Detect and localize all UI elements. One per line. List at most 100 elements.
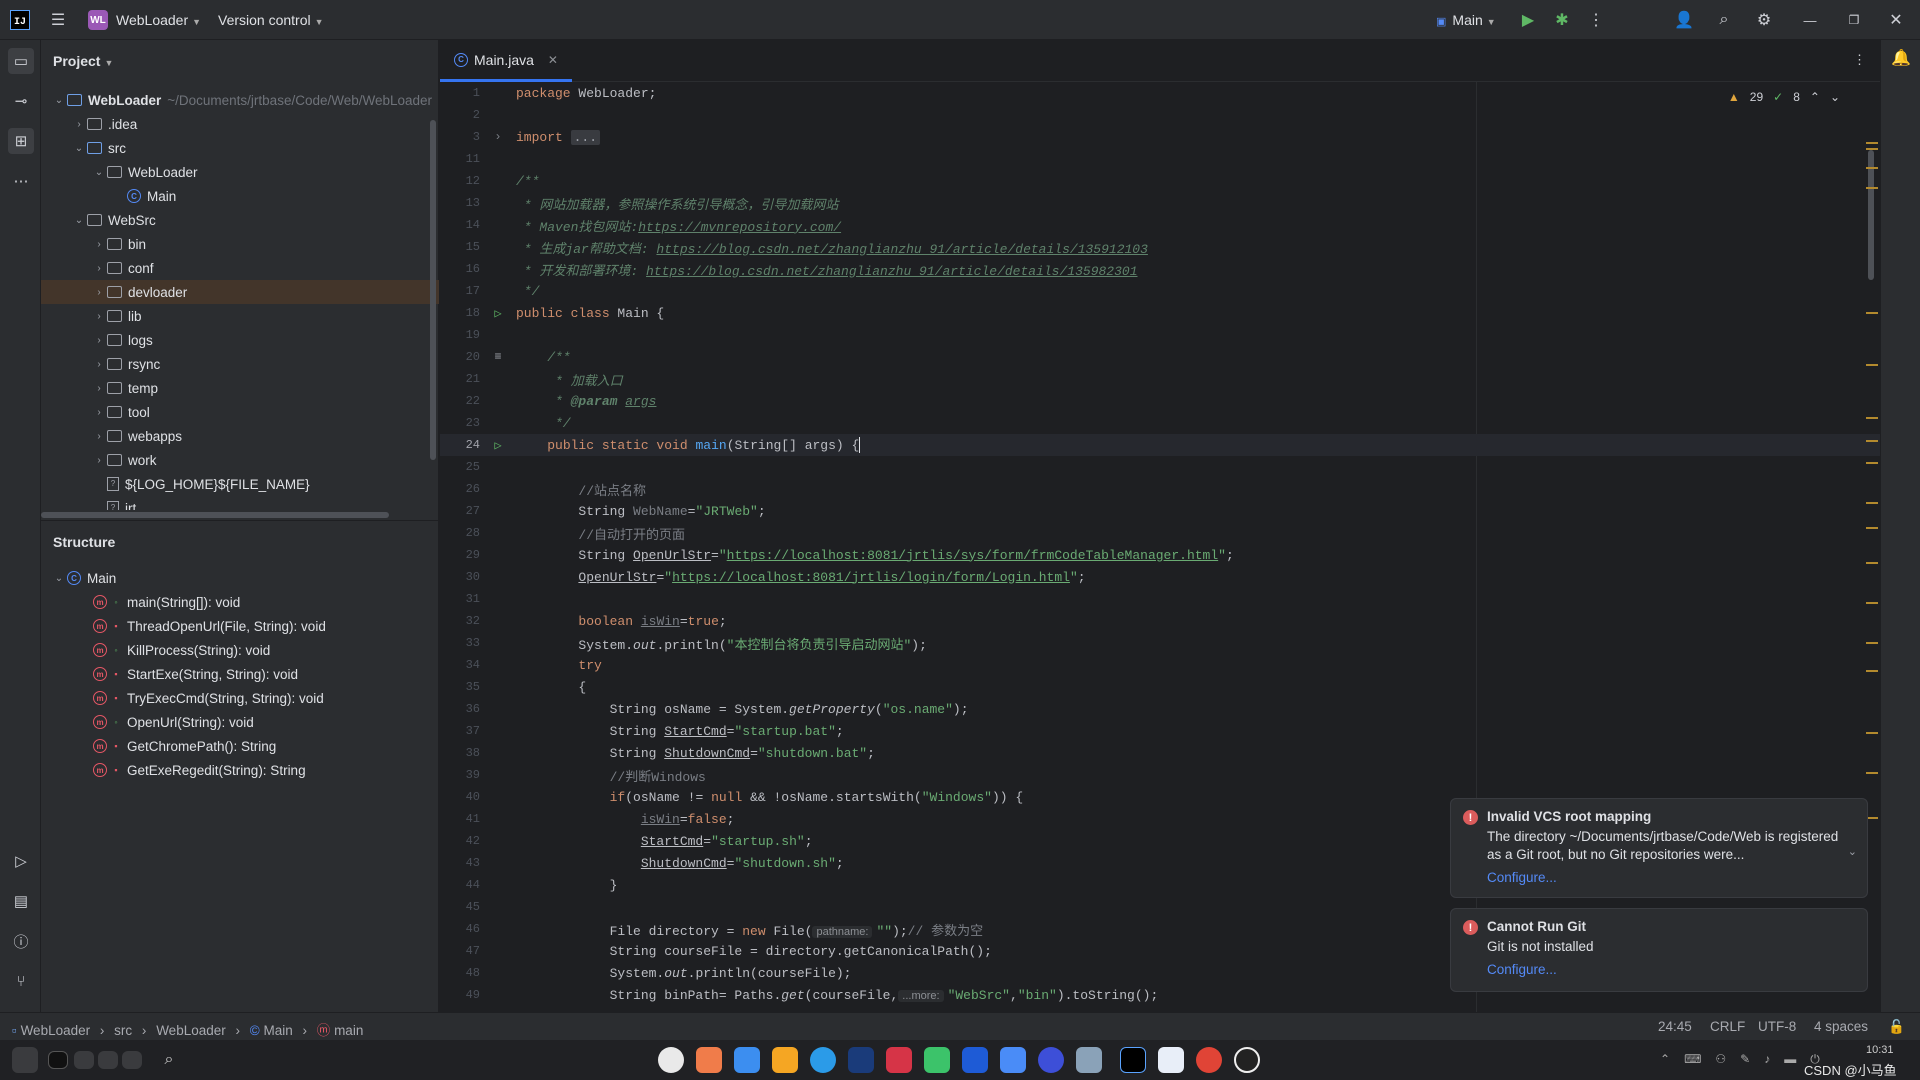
music-icon[interactable] <box>924 1047 950 1073</box>
project-horizontal-scrollbar[interactable] <box>41 510 431 518</box>
chevron-right-icon[interactable]: › <box>91 359 107 370</box>
close-tab-icon[interactable]: ✕ <box>548 53 558 67</box>
tree-item-src[interactable]: ⌄ src <box>41 136 439 160</box>
trash-icon[interactable] <box>1076 1047 1102 1073</box>
tree-item-devloader[interactable]: › devloader <box>41 280 439 304</box>
tree-item-rsync[interactable]: › rsync <box>41 352 439 376</box>
package-icon[interactable] <box>772 1047 798 1073</box>
services-tool-icon[interactable]: ▷ <box>8 848 34 874</box>
tree-item-idea[interactable]: › .idea <box>41 112 439 136</box>
restore-icon[interactable]: ❐ <box>1842 8 1866 32</box>
calendar-icon[interactable] <box>962 1047 988 1073</box>
chevron-right-icon[interactable]: › <box>91 287 107 298</box>
tree-item-bin[interactable]: › bin <box>41 232 439 256</box>
git-tool-icon[interactable]: ⑂ <box>8 968 34 994</box>
folded-imports[interactable]: ... <box>570 129 601 145</box>
workspace-3-icon[interactable] <box>98 1051 118 1069</box>
tree-item-lib[interactable]: › lib <box>41 304 439 328</box>
search-icon[interactable]: ⌕ <box>1712 8 1736 32</box>
structure-member[interactable]: m ◦ OpenUrl(String): void <box>41 710 439 734</box>
chevron-right-icon[interactable]: › <box>91 239 107 250</box>
commit-tool-icon[interactable]: ⊸ <box>8 88 34 114</box>
chevron-right-icon[interactable]: › <box>71 119 87 130</box>
file-encoding[interactable]: UTF-8 <box>1758 1019 1796 1034</box>
chevron-down-icon[interactable]: ⌄ <box>51 573 67 584</box>
structure-member[interactable]: m ▪ GetExeRegedit(String): String <box>41 758 439 782</box>
chevron-right-icon[interactable]: › <box>91 263 107 274</box>
battery-icon[interactable]: ▬ <box>1784 1052 1796 1067</box>
intellij-taskbar-icon[interactable] <box>1120 1047 1146 1073</box>
notification-vcs-root[interactable]: ! Invalid VCS root mapping The directory… <box>1450 798 1868 898</box>
main-menu-icon[interactable]: ☰ <box>46 8 70 32</box>
workspace-1-icon[interactable] <box>48 1051 68 1069</box>
project-switcher[interactable]: WebLoader ▼ <box>116 12 201 28</box>
caret-position[interactable]: 24:45 <box>1658 1019 1692 1034</box>
breadcrumb-item[interactable]: WebLoader <box>21 1023 91 1038</box>
workspace-2-icon[interactable] <box>74 1051 94 1069</box>
tab-main-java[interactable]: C Main.java ✕ <box>440 40 572 82</box>
line-separator[interactable]: CRLF <box>1710 1019 1745 1034</box>
system-settings-icon[interactable] <box>1038 1047 1064 1073</box>
version-control-menu[interactable]: Version control ▼ <box>218 12 324 28</box>
problems-tool-icon[interactable]: ⓘ <box>8 928 34 954</box>
chevron-right-icon[interactable]: › <box>91 407 107 418</box>
chevron-right-icon[interactable]: › <box>91 431 107 442</box>
add-user-icon[interactable]: 👤 <box>1672 8 1696 32</box>
terminal-app-icon[interactable] <box>886 1047 912 1073</box>
breadcrumb-item[interactable]: src <box>114 1023 132 1038</box>
chevron-right-icon[interactable]: › <box>91 311 107 322</box>
tree-item-temp[interactable]: › temp <box>41 376 439 400</box>
structure-member[interactable]: m ▪ ThreadOpenUrl(File, String): void <box>41 614 439 638</box>
more-actions-icon[interactable]: ⋮ <box>1584 8 1608 32</box>
structure-member[interactable]: m ▪ GetChromePath(): String <box>41 734 439 758</box>
keyboard-icon[interactable]: ⌨ <box>1684 1052 1701 1067</box>
project-panel-title[interactable]: Project ▼ <box>53 53 113 69</box>
structure-member[interactable]: m ▪ TryExecCmd(String, String): void <box>41 686 439 710</box>
structure-member[interactable]: m ◦ main(String[]): void <box>41 590 439 614</box>
chevron-down-icon[interactable]: ⌄ <box>91 167 107 178</box>
tree-item-main[interactable]: C Main <box>41 184 439 208</box>
qq-icon[interactable] <box>1234 1047 1260 1073</box>
tab-options-icon[interactable]: ⋮ <box>1853 52 1866 68</box>
notification-cannot-run-git[interactable]: ! Cannot Run Git Git is not installed Co… <box>1450 908 1868 992</box>
control-center-icon[interactable] <box>1000 1047 1026 1073</box>
tree-item-webloader[interactable]: ⌄ WebLoader ~/Documents/jrtbase/Code/Web/W… <box>41 88 439 112</box>
text-editor-icon[interactable] <box>848 1047 874 1073</box>
intellij-logo[interactable]: IJ <box>10 10 30 30</box>
run-icon[interactable]: ▶ <box>1516 8 1540 32</box>
chevron-right-icon[interactable]: › <box>91 455 107 466</box>
breadcrumb-item[interactable]: main <box>334 1023 363 1038</box>
structure-member[interactable]: m ▪ StartExe(String, String): void <box>41 662 439 686</box>
close-icon[interactable]: ✕ <box>1884 8 1908 32</box>
run-gutter-icon[interactable]: ▷ <box>480 438 516 453</box>
readonly-lock-icon[interactable]: 🔓 <box>1888 1019 1905 1035</box>
file-manager-icon[interactable] <box>734 1047 760 1073</box>
clipboard-icon[interactable] <box>12 1047 38 1073</box>
network-icon[interactable]: ⚇ <box>1715 1052 1726 1067</box>
tree-item-logs[interactable]: › logs <box>41 328 439 352</box>
tree-item-webloader[interactable]: ⌄ WebLoader <box>41 160 439 184</box>
more-tools-icon[interactable]: ⋯ <box>8 168 34 194</box>
error-stripe[interactable] <box>1866 82 1880 1012</box>
configure-link[interactable]: Configure... <box>1487 962 1853 977</box>
chevron-right-icon[interactable]: › <box>91 335 107 346</box>
run-gutter-icon[interactable]: ▷ <box>480 306 516 321</box>
tree-item-log-home-file-name[interactable]: ? ${LOG_HOME}${FILE_NAME} <box>41 472 439 496</box>
indent-setting[interactable]: 4 spaces <box>1814 1019 1868 1034</box>
minimize-icon[interactable]: — <box>1798 8 1822 32</box>
structure-member[interactable]: m ◦ KillProcess(String): void <box>41 638 439 662</box>
run-config-selector[interactable]: ▣ Main ▼ <box>1436 12 1496 28</box>
expand-chevron-icon[interactable]: ⌄ <box>1848 845 1857 858</box>
structure-tool-icon[interactable]: ⊞ <box>8 128 34 154</box>
breadcrumb-item[interactable]: WebLoader <box>156 1023 226 1038</box>
launcher-icon[interactable] <box>658 1047 684 1073</box>
project-tool-icon[interactable]: ▭ <box>8 48 34 74</box>
tray-expand-icon[interactable]: ⌃ <box>1660 1052 1670 1067</box>
vscode-like-icon[interactable] <box>1158 1047 1184 1073</box>
rendered-doc-icon[interactable]: ≡ <box>480 350 516 364</box>
notification-icon[interactable]: ♪ <box>1764 1052 1770 1067</box>
taskbar-search-icon[interactable]: ⌕ <box>156 1047 182 1073</box>
configure-link[interactable]: Configure... <box>1487 870 1853 885</box>
chevron-down-icon[interactable]: ⌄ <box>71 143 87 154</box>
browser-icon[interactable] <box>810 1047 836 1073</box>
